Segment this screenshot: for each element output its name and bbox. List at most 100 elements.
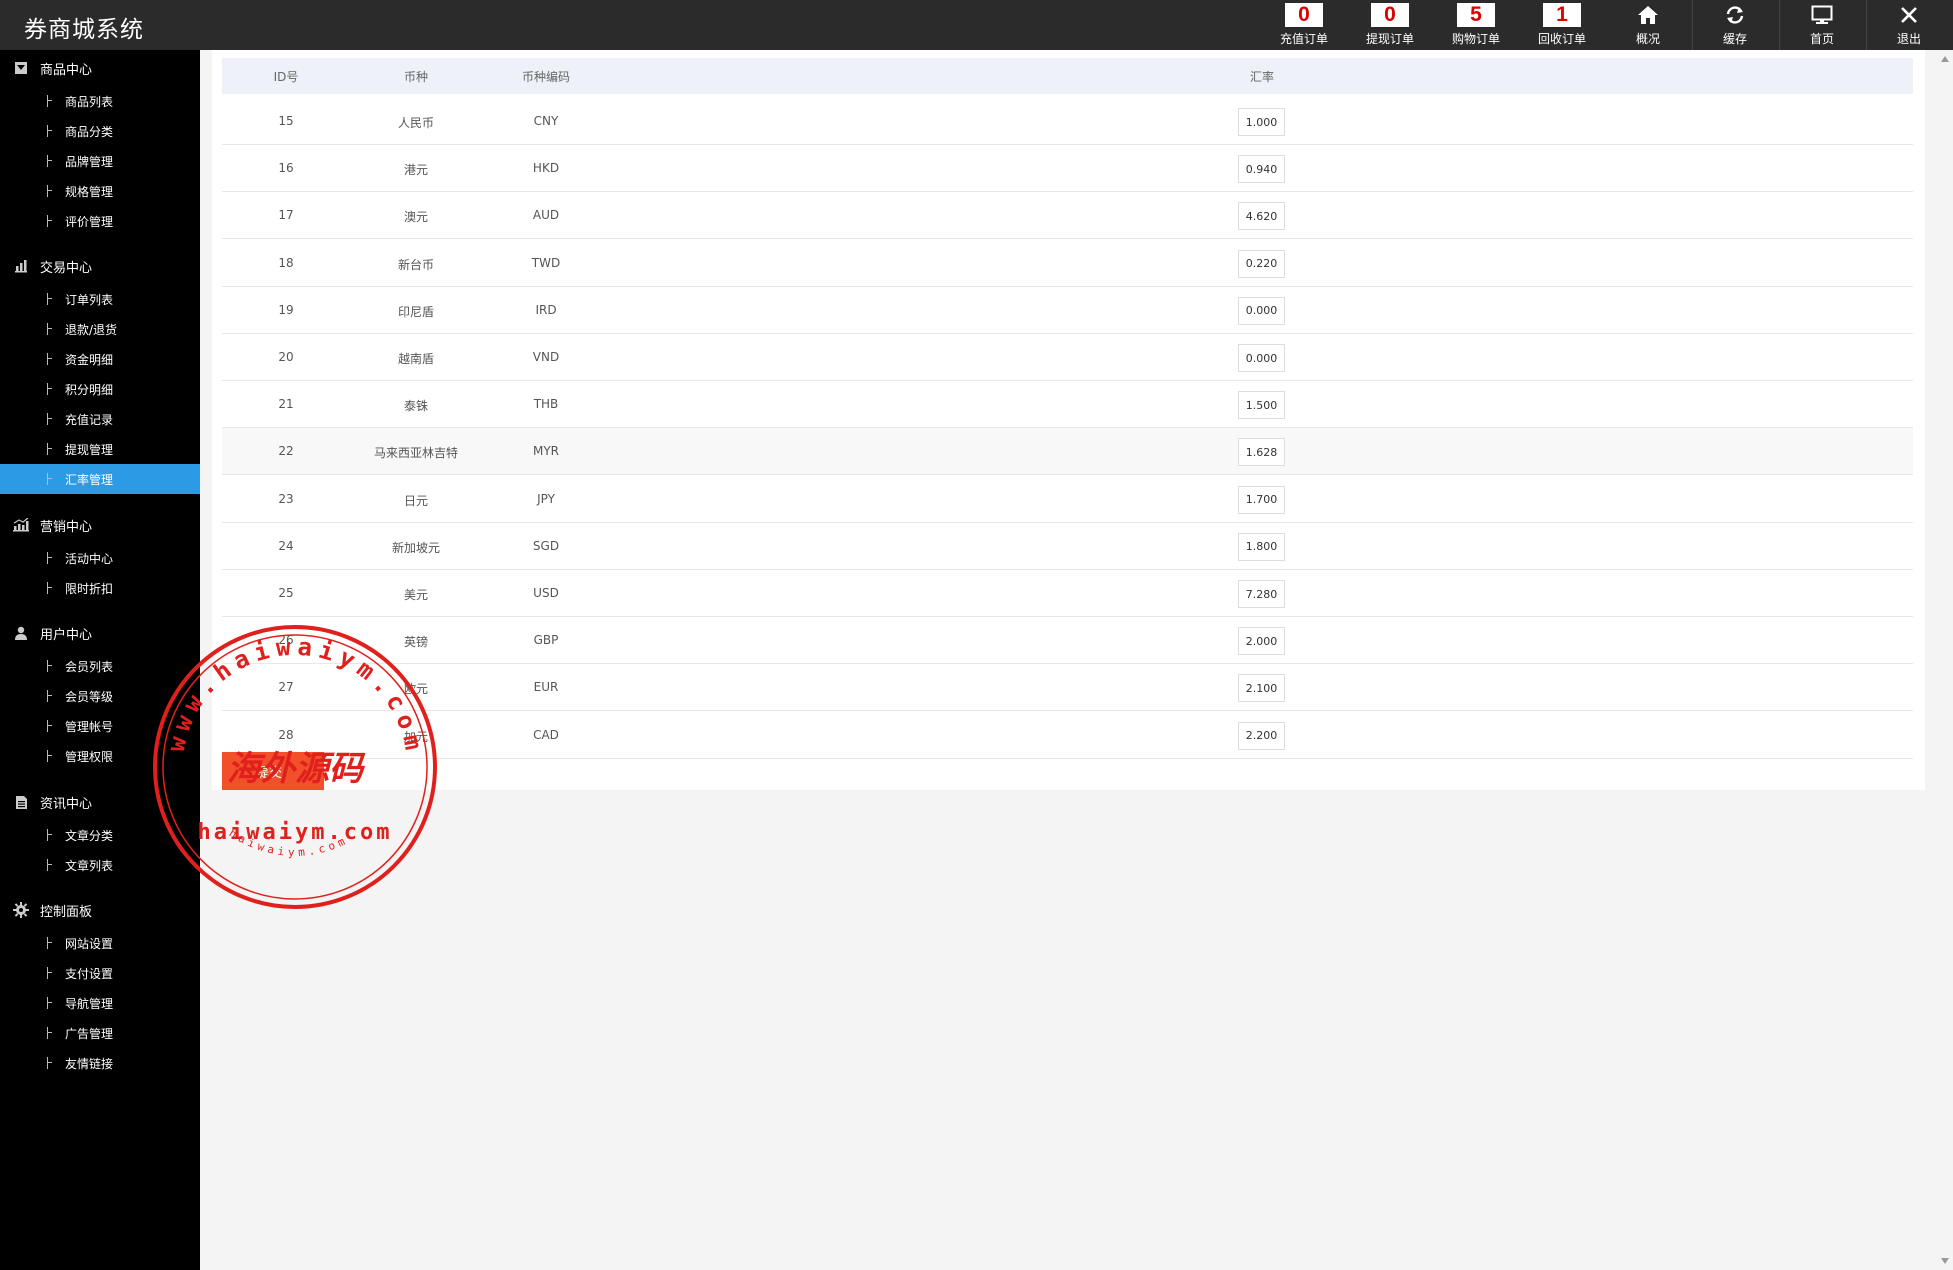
- table-row: 20 越南盾 VND: [222, 334, 1913, 381]
- action-label: 缓存: [1722, 32, 1747, 46]
- sidebar-group-title[interactable]: 商品中心: [0, 53, 200, 83]
- cell-id: 24: [278, 538, 294, 553]
- tree-branch-icon: [47, 1057, 55, 1069]
- sidebar-group-title[interactable]: 资讯中心: [0, 787, 200, 817]
- cell-code: GBP: [533, 633, 559, 648]
- rate-input[interactable]: [1238, 249, 1285, 278]
- sidebar-item[interactable]: 汇率管理: [0, 464, 200, 494]
- rate-input[interactable]: [1238, 202, 1285, 231]
- close-button[interactable]: 退出: [1867, 3, 1951, 49]
- sidebar-item[interactable]: 商品分类: [0, 116, 200, 146]
- table-row: 17 澳元 AUD: [222, 192, 1913, 240]
- rate-input[interactable]: [1238, 155, 1285, 184]
- monitor-button[interactable]: 首页: [1780, 3, 1864, 49]
- home-button[interactable]: 概况: [1606, 3, 1690, 49]
- sidebar-item[interactable]: 会员列表: [0, 651, 200, 681]
- rate-input[interactable]: [1238, 674, 1285, 703]
- sidebar-item-label: 汇率管理: [65, 473, 114, 487]
- rate-input[interactable]: [1238, 344, 1285, 372]
- column-header-currency: 币种: [403, 70, 429, 84]
- sidebar-item[interactable]: 网站设置: [0, 928, 200, 958]
- refresh-button[interactable]: 缓存: [1693, 3, 1777, 49]
- sidebar-item[interactable]: 广告管理: [0, 1018, 200, 1048]
- user-icon: [13, 625, 29, 641]
- rate-input[interactable]: [1238, 296, 1285, 325]
- sidebar-item[interactable]: 规格管理: [0, 176, 200, 206]
- toolbar-divider: [1866, 0, 1867, 50]
- cell-id: 16: [278, 161, 294, 176]
- cell-id: 21: [278, 397, 294, 412]
- table-row: 21 泰铢 THB: [222, 381, 1913, 429]
- sidebar-item-label: 支付设置: [65, 967, 114, 981]
- sidebar-item[interactable]: 退款/退货: [0, 314, 200, 344]
- cell-code: THB: [533, 397, 559, 412]
- sidebar-item[interactable]: 文章分类: [0, 820, 200, 850]
- table-row: 24 新加坡元 SGD: [222, 523, 1913, 570]
- cell-id: 26: [278, 633, 294, 648]
- sidebar-item[interactable]: 资金明细: [0, 344, 200, 374]
- counter-1[interactable]: 0 充值订单: [1262, 3, 1346, 49]
- sidebar-item[interactable]: 支付设置: [0, 958, 200, 988]
- sidebar-item[interactable]: 友情链接: [0, 1048, 200, 1078]
- cell-code: IRD: [535, 302, 557, 317]
- top-bar: 券商城系统 0 充值订单 0 提现订单 5 购物订单 1 回收订单 概况 缓存 首页 退出: [0, 0, 1953, 50]
- page-scrollbar[interactable]: [1937, 50, 1953, 1270]
- scroll-down-icon[interactable]: [1941, 1258, 1949, 1264]
- sidebar-item[interactable]: 积分明细: [0, 374, 200, 404]
- sidebar-item-label: 友情链接: [65, 1057, 114, 1071]
- sidebar-group-title[interactable]: 控制面板: [0, 895, 200, 925]
- sidebar-item[interactable]: 品牌管理: [0, 146, 200, 176]
- column-header-code: 币种编码: [521, 70, 571, 84]
- cell-code: USD: [533, 586, 559, 600]
- sidebar-item[interactable]: 管理权限: [0, 741, 200, 771]
- sidebar-item[interactable]: 限时折扣: [0, 573, 200, 603]
- counter-label: 回收订单: [1537, 32, 1586, 46]
- rate-input[interactable]: [1238, 485, 1285, 514]
- sidebar-item[interactable]: 会员等级: [0, 681, 200, 711]
- sidebar-item-label: 网站设置: [65, 937, 114, 951]
- table-row: 28 加元 CAD: [222, 712, 1913, 759]
- sidebar-group-title[interactable]: 交易中心: [0, 251, 200, 281]
- tree-branch-icon: [47, 353, 55, 365]
- sidebar-item[interactable]: 活动中心: [0, 543, 200, 573]
- sidebar-item[interactable]: 商品列表: [0, 86, 200, 116]
- rate-input[interactable]: [1238, 721, 1285, 750]
- sidebar-group-title[interactable]: 用户中心: [0, 618, 200, 648]
- rate-input[interactable]: [1238, 532, 1285, 561]
- sidebar-item[interactable]: 文章列表: [0, 850, 200, 880]
- rate-input[interactable]: [1238, 438, 1285, 467]
- sidebar-item[interactable]: 导航管理: [0, 988, 200, 1018]
- tree-branch-icon: [47, 997, 55, 1009]
- sidebar-item[interactable]: 充值记录: [0, 404, 200, 434]
- tree-branch-icon: [47, 720, 55, 732]
- submit-button[interactable]: 提交: [222, 752, 324, 790]
- cell-id: 28: [278, 727, 294, 742]
- sidebar-item[interactable]: 管理帐号: [0, 711, 200, 741]
- sidebar-group-label: 交易中心: [40, 260, 93, 276]
- rate-input[interactable]: [1238, 580, 1285, 608]
- sidebar-group-title[interactable]: 营销中心: [0, 510, 200, 540]
- rate-input[interactable]: [1238, 391, 1285, 420]
- counter-2[interactable]: 0 提现订单: [1348, 3, 1432, 49]
- counter-label: 购物订单: [1451, 32, 1500, 46]
- scroll-up-icon[interactable]: [1941, 56, 1949, 62]
- rate-input[interactable]: [1238, 108, 1285, 136]
- tree-branch-icon: [47, 473, 55, 485]
- toolbar-divider: [1779, 0, 1780, 50]
- sidebar-item-label: 规格管理: [65, 185, 114, 199]
- sidebar-item-label: 退款/退货: [65, 323, 118, 337]
- document-icon: [13, 794, 29, 810]
- cell-currency: 马来西亚林吉特: [373, 446, 459, 461]
- tree-branch-icon: [47, 413, 55, 425]
- cell-id: 27: [278, 680, 294, 695]
- sidebar-item[interactable]: 评价管理: [0, 206, 200, 236]
- counter-label: 提现订单: [1365, 32, 1414, 46]
- counter-3[interactable]: 5 购物订单: [1434, 3, 1518, 49]
- rate-input[interactable]: [1238, 627, 1285, 656]
- sidebar-item[interactable]: 提现管理: [0, 434, 200, 464]
- counter-4[interactable]: 1 回收订单: [1520, 3, 1604, 49]
- sidebar-item-label: 管理权限: [65, 750, 114, 764]
- sidebar-item[interactable]: 订单列表: [0, 284, 200, 314]
- tree-branch-icon: [47, 750, 55, 762]
- cell-code: VND: [532, 350, 560, 364]
